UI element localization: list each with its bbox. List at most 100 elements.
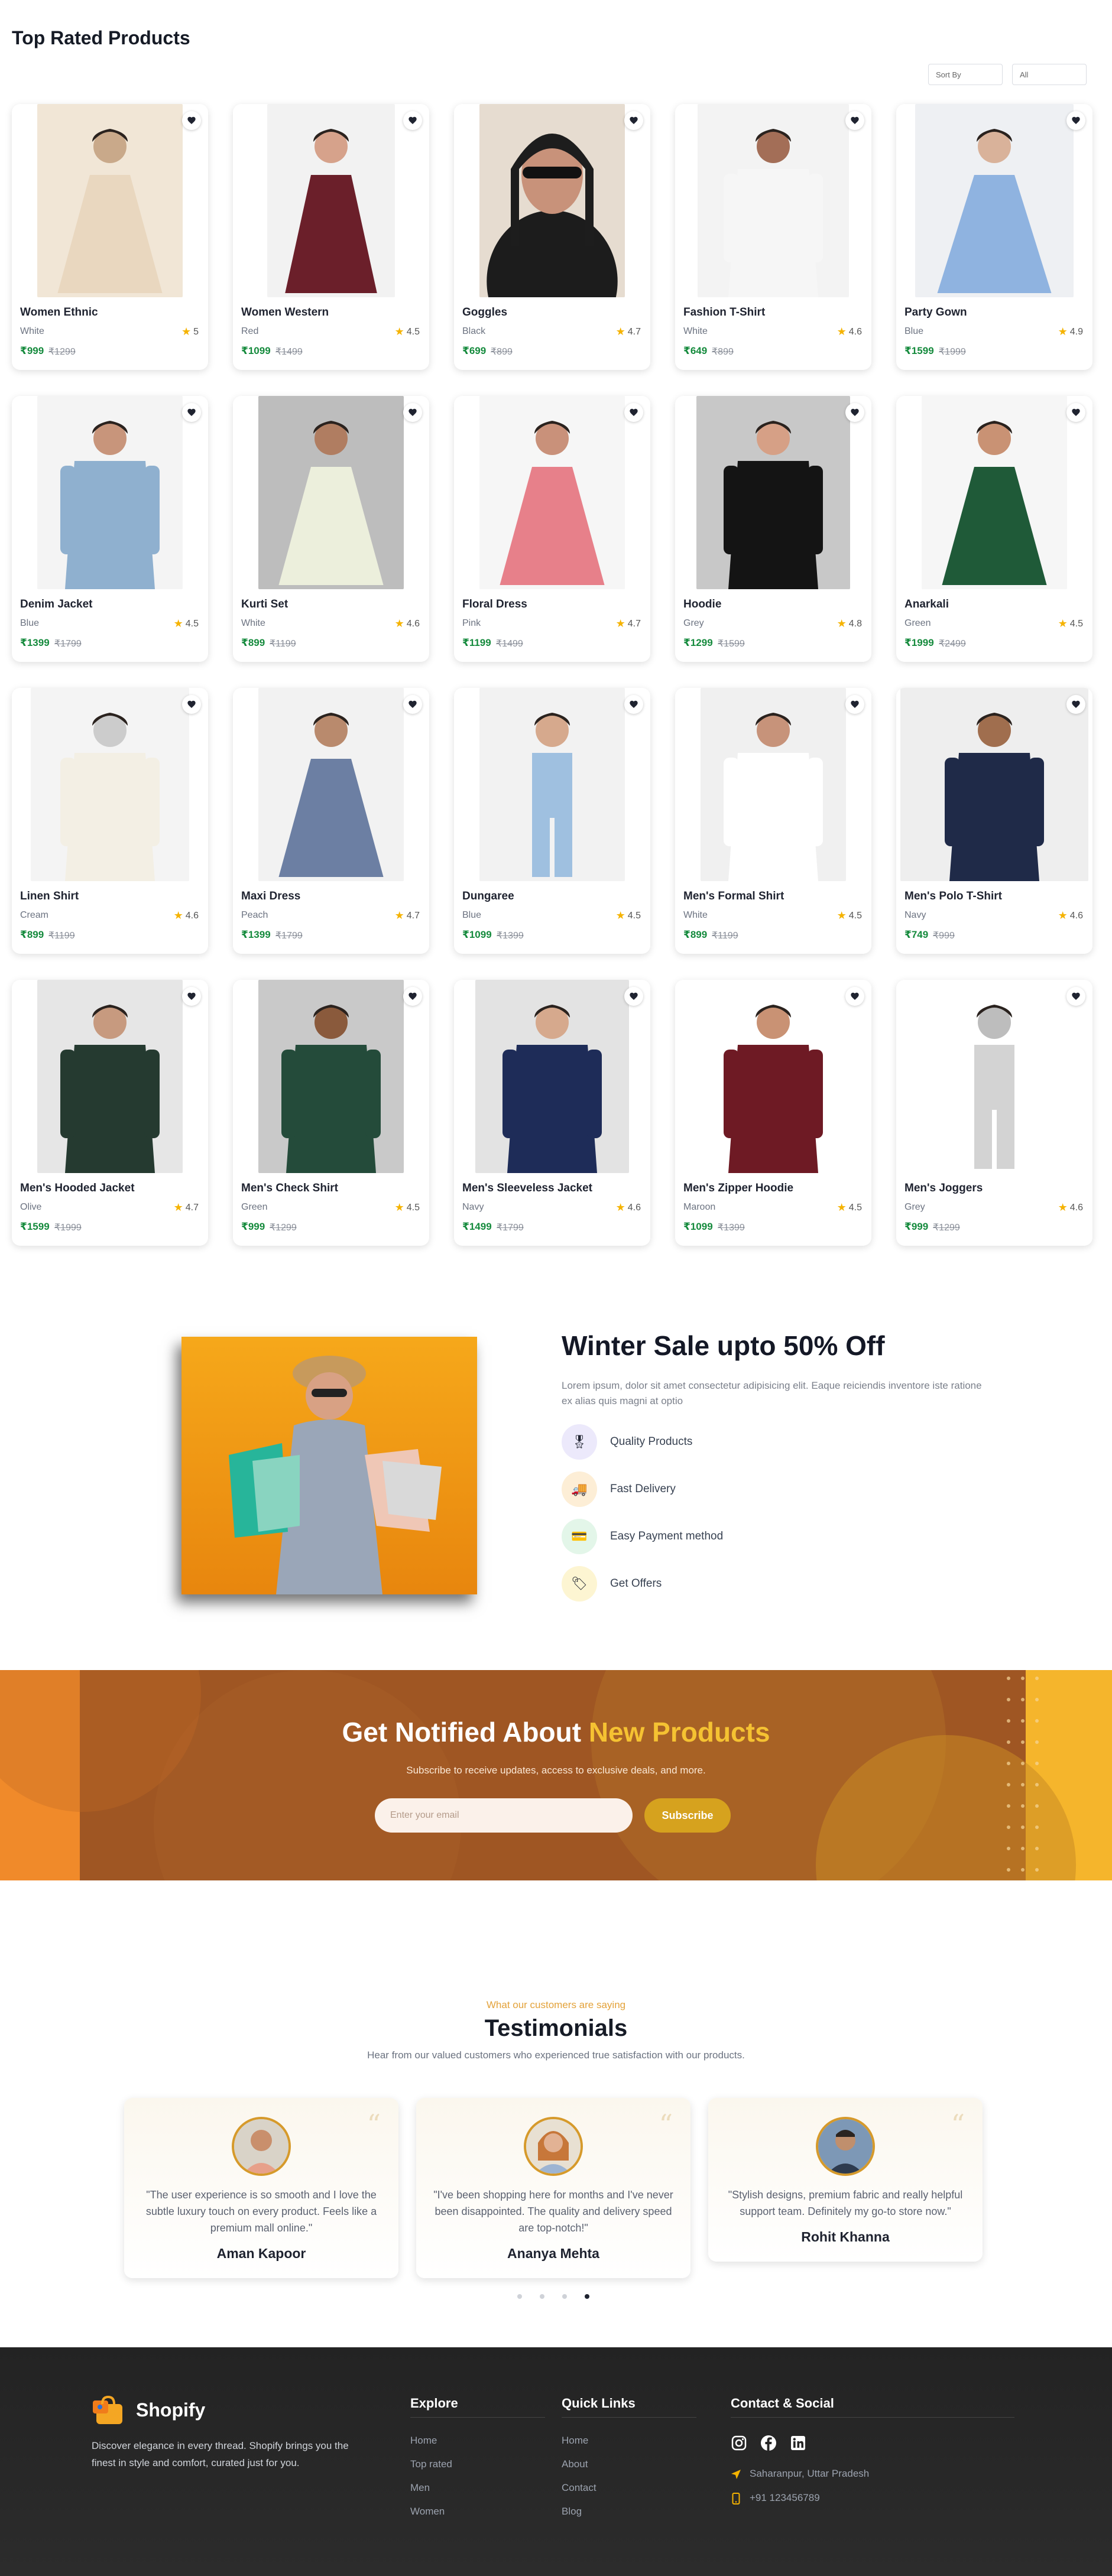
heart-icon[interactable]	[403, 695, 422, 714]
delivery-truck-icon: 🚚	[562, 1471, 597, 1507]
product-image[interactable]	[37, 104, 183, 297]
heart-icon[interactable]	[403, 111, 422, 130]
product-card[interactable]: Men's Zipper Hoodie Maroon ★ 4.5 ₹1099 ₹1…	[675, 980, 871, 1246]
footer-link-contact[interactable]: Contact	[562, 2482, 596, 2494]
product-name[interactable]: Men's Formal Shirt	[683, 890, 784, 903]
product-card[interactable]: Anarkali Green ★ 4.5 ₹1999 ₹2499	[896, 396, 1092, 662]
product-image[interactable]	[900, 688, 1088, 881]
product-image[interactable]	[31, 688, 189, 881]
product-image[interactable]	[479, 104, 625, 297]
linkedin-icon[interactable]	[790, 2435, 806, 2451]
heart-icon[interactable]	[624, 695, 643, 714]
product-image[interactable]	[267, 104, 395, 297]
product-name[interactable]: Men's Joggers	[904, 1182, 983, 1195]
heart-icon[interactable]	[845, 403, 864, 422]
heart-icon[interactable]	[182, 987, 201, 1006]
product-card[interactable]: Women Western Red ★ 4.5 ₹1099 ₹1499	[233, 104, 429, 370]
product-card[interactable]: Men's Polo T-Shirt Navy ★ 4.6 ₹749 ₹999	[896, 688, 1092, 954]
product-name[interactable]: Men's Check Shirt	[241, 1182, 338, 1195]
product-name[interactable]: Goggles	[462, 306, 507, 319]
footer-link-blog[interactable]: Blog	[562, 2506, 582, 2517]
facebook-icon[interactable]	[760, 2435, 777, 2451]
product-name[interactable]: Party Gown	[904, 306, 967, 319]
product-name[interactable]: Anarkali	[904, 598, 949, 611]
footer-link-men[interactable]: Men	[410, 2482, 430, 2494]
product-name[interactable]: Linen Shirt	[20, 890, 79, 903]
heart-icon[interactable]	[845, 987, 864, 1006]
heart-icon[interactable]	[624, 987, 643, 1006]
product-image[interactable]	[922, 396, 1067, 589]
product-image[interactable]	[37, 396, 183, 589]
product-card[interactable]: Party Gown Blue ★ 4.9 ₹1599 ₹1999	[896, 104, 1092, 370]
product-name[interactable]: Dungaree	[462, 890, 514, 903]
product-image[interactable]	[258, 396, 404, 589]
footer-link-home[interactable]: Home	[410, 2435, 437, 2447]
heart-icon[interactable]	[403, 987, 422, 1006]
product-card[interactable]: Men's Sleeveless Jacket Navy ★ 4.6 ₹1499 …	[454, 980, 650, 1246]
product-name[interactable]: Men's Polo T-Shirt	[904, 890, 1002, 903]
product-name[interactable]: Floral Dress	[462, 598, 527, 611]
product-card[interactable]: Fashion T-Shirt White ★ 4.6 ₹649 ₹899	[675, 104, 871, 370]
product-card[interactable]: Maxi Dress Peach ★ 4.7 ₹1399 ₹1799	[233, 688, 429, 954]
product-name[interactable]: Men's Hooded Jacket	[20, 1182, 135, 1195]
product-name[interactable]: Denim Jacket	[20, 598, 93, 611]
instagram-icon[interactable]	[731, 2435, 747, 2451]
product-card[interactable]: Denim Jacket Blue ★ 4.5 ₹1399 ₹1799	[12, 396, 208, 662]
heart-icon[interactable]	[182, 695, 201, 714]
product-name[interactable]: Women Western	[241, 306, 329, 319]
product-image[interactable]	[931, 980, 1058, 1173]
heart-icon[interactable]	[182, 111, 201, 130]
heart-icon[interactable]	[624, 111, 643, 130]
product-image[interactable]	[479, 396, 625, 589]
product-image[interactable]	[475, 980, 629, 1173]
product-name[interactable]: Men's Sleeveless Jacket	[462, 1182, 592, 1195]
product-card[interactable]: Dungaree Blue ★ 4.5 ₹1099 ₹1399	[454, 688, 650, 954]
heart-icon[interactable]	[845, 111, 864, 130]
product-image[interactable]	[696, 396, 850, 589]
footer-link-about[interactable]: About	[562, 2458, 588, 2470]
product-image[interactable]	[258, 688, 404, 881]
heart-icon[interactable]	[624, 403, 643, 422]
email-input[interactable]	[375, 1798, 633, 1833]
carousel-dot[interactable]	[540, 2294, 544, 2299]
product-card[interactable]: Kurti Set White ★ 4.6 ₹899 ₹1199	[233, 396, 429, 662]
carousel-dot-active[interactable]	[585, 2294, 589, 2299]
subscribe-button[interactable]: Subscribe	[644, 1798, 731, 1833]
heart-icon[interactable]	[182, 403, 201, 422]
product-name[interactable]: Kurti Set	[241, 598, 288, 611]
product-image[interactable]	[698, 104, 849, 297]
product-card[interactable]: Floral Dress Pink ★ 4.7 ₹1199 ₹1499	[454, 396, 650, 662]
heart-icon[interactable]	[1066, 111, 1085, 130]
product-name[interactable]: Maxi Dress	[241, 890, 300, 903]
product-name[interactable]: Men's Zipper Hoodie	[683, 1182, 793, 1195]
product-image[interactable]	[701, 688, 846, 881]
product-card[interactable]: Men's Formal Shirt White ★ 4.5 ₹899 ₹1199	[675, 688, 871, 954]
product-card[interactable]: Hoodie Grey ★ 4.8 ₹1299 ₹1599	[675, 396, 871, 662]
heart-icon[interactable]	[1066, 695, 1085, 714]
product-card[interactable]: Women Ethnic White ★ 5 ₹999 ₹1299	[12, 104, 208, 370]
product-image[interactable]	[915, 104, 1074, 297]
product-card[interactable]: Men's Hooded Jacket Olive ★ 4.7 ₹1599 ₹19…	[12, 980, 208, 1246]
product-name[interactable]: Women Ethnic	[20, 306, 98, 319]
product-image[interactable]	[701, 980, 846, 1173]
product-card[interactable]: Linen Shirt Cream ★ 4.6 ₹899 ₹1199	[12, 688, 208, 954]
footer-link-women[interactable]: Women	[410, 2506, 445, 2517]
product-card[interactable]: Men's Check Shirt Green ★ 4.5 ₹999 ₹1299	[233, 980, 429, 1246]
heart-icon[interactable]	[403, 403, 422, 422]
heart-icon[interactable]	[1066, 987, 1085, 1006]
heart-icon[interactable]	[845, 695, 864, 714]
product-card[interactable]: Goggles Black ★ 4.7 ₹699 ₹899	[454, 104, 650, 370]
product-card[interactable]: Men's Joggers Grey ★ 4.6 ₹999 ₹1299	[896, 980, 1092, 1246]
carousel-dot[interactable]	[517, 2294, 522, 2299]
carousel-dot[interactable]	[562, 2294, 567, 2299]
sort-select[interactable]: Sort By	[928, 64, 1003, 85]
product-image[interactable]	[479, 688, 625, 881]
category-select[interactable]: All	[1012, 64, 1087, 85]
footer-link-top-rated[interactable]: Top rated	[410, 2458, 452, 2470]
product-image[interactable]	[37, 980, 183, 1173]
heart-icon[interactable]	[1066, 403, 1085, 422]
product-name[interactable]: Hoodie	[683, 598, 721, 611]
product-image[interactable]	[258, 980, 404, 1173]
footer-link-home[interactable]: Home	[562, 2435, 588, 2447]
product-name[interactable]: Fashion T-Shirt	[683, 306, 765, 319]
